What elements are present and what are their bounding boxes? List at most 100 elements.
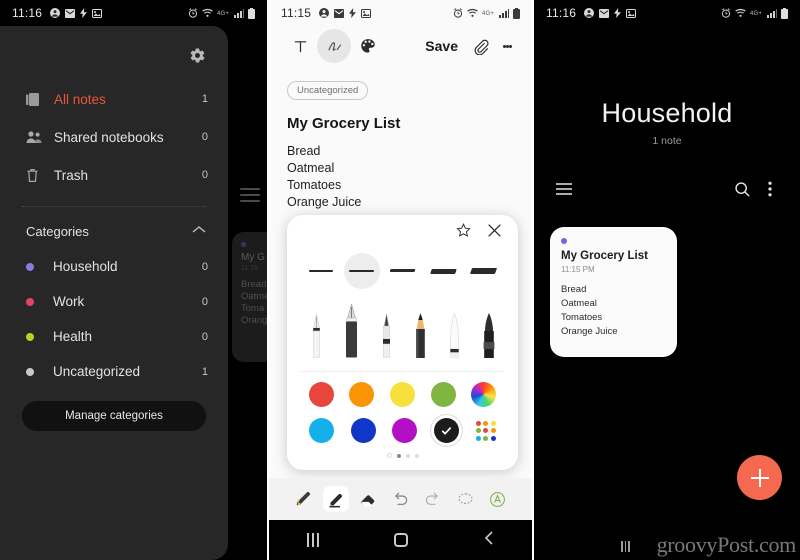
note-title: My Grocery List bbox=[561, 250, 648, 262]
category-label: Health bbox=[53, 329, 93, 344]
page-dot[interactable] bbox=[405, 453, 410, 458]
ballpoint-pen-icon[interactable] bbox=[379, 313, 394, 363]
pen-favorite-icon[interactable] bbox=[290, 486, 316, 512]
sidebar-item-health[interactable]: Health 0 bbox=[0, 319, 228, 354]
color-swatch-orange[interactable] bbox=[349, 382, 375, 407]
add-icon bbox=[750, 468, 769, 487]
phone-screen-note-editor: 11:15 4G+ Save Uncategorized My Grocery … bbox=[267, 0, 534, 560]
color-row-2 bbox=[301, 418, 504, 443]
back-icon[interactable] bbox=[483, 530, 495, 551]
text-format-icon[interactable] bbox=[283, 29, 317, 63]
palette-icon[interactable] bbox=[351, 29, 385, 63]
color-row-1 bbox=[301, 382, 504, 407]
sidebar-item-household[interactable]: Household 0 bbox=[0, 249, 228, 284]
pencil-icon[interactable] bbox=[413, 313, 428, 363]
color-swatch-black-selected[interactable] bbox=[434, 418, 460, 443]
recents-icon[interactable] bbox=[621, 541, 630, 552]
note-time: 11:15 bbox=[241, 265, 258, 272]
svg-text:4G+: 4G+ bbox=[482, 11, 494, 17]
undo-icon[interactable] bbox=[387, 486, 413, 512]
note-line: Toma bbox=[241, 303, 265, 314]
people-icon bbox=[26, 130, 50, 144]
color-swatch-red[interactable] bbox=[308, 382, 334, 407]
paperclip-icon[interactable] bbox=[466, 31, 496, 61]
palette-grid-icon[interactable] bbox=[475, 420, 496, 441]
sidebar-item-work[interactable]: Work 0 bbox=[0, 284, 228, 319]
color-swatch-magenta[interactable] bbox=[392, 418, 418, 443]
trash-icon bbox=[26, 168, 50, 183]
note-lines[interactable]: Bread Oatmeal Tomatoes Orange Juice bbox=[287, 143, 514, 211]
stroke-width-option-2[interactable] bbox=[343, 253, 380, 289]
sidebar-item-label: All notes bbox=[54, 91, 106, 107]
hamburger-icon[interactable] bbox=[240, 188, 260, 202]
note-timestamp: 11:15 PM bbox=[561, 265, 595, 274]
brush-pen-icon[interactable] bbox=[481, 313, 497, 363]
network-4g-icon: 4G+ bbox=[482, 9, 495, 17]
sidebar-item-label: Trash bbox=[54, 167, 89, 183]
color-swatch-cyan[interactable] bbox=[309, 418, 335, 443]
sidebar-item-uncategorized[interactable]: Uncategorized 1 bbox=[0, 354, 228, 389]
stroke-width-option-3[interactable] bbox=[384, 253, 420, 289]
pen-type-selector bbox=[287, 297, 518, 365]
recents-icon[interactable] bbox=[306, 533, 319, 547]
note-line: Orange Juice bbox=[287, 195, 362, 209]
highlighter-icon[interactable] bbox=[322, 486, 349, 512]
manage-categories-button[interactable]: Manage categories bbox=[22, 401, 206, 431]
color-swatch-yellow[interactable] bbox=[389, 382, 415, 407]
eraser-icon[interactable] bbox=[355, 486, 381, 512]
calligraphy-pen-icon[interactable] bbox=[309, 312, 324, 363]
stroke-width-option-5[interactable] bbox=[466, 253, 502, 289]
save-button[interactable]: Save bbox=[417, 38, 466, 54]
stroke-width-option-1[interactable] bbox=[303, 253, 339, 289]
category-color-dot bbox=[26, 262, 34, 271]
lasso-select-icon[interactable] bbox=[452, 486, 478, 512]
account-icon bbox=[50, 8, 61, 18]
categories-header[interactable]: Categories bbox=[0, 213, 228, 249]
status-time: 11:15 bbox=[281, 6, 312, 20]
category-color-dot bbox=[26, 297, 34, 306]
photo-icon bbox=[361, 8, 372, 18]
gear-icon[interactable] bbox=[189, 47, 206, 69]
background-note-card[interactable]: My G 11:15 Bread Oatme Toma Orang bbox=[232, 232, 267, 362]
color-swatch-rainbow[interactable] bbox=[471, 382, 497, 407]
text-recognition-icon[interactable] bbox=[485, 486, 511, 512]
page-dot[interactable] bbox=[414, 453, 419, 458]
star-icon[interactable] bbox=[456, 223, 471, 243]
redo-icon[interactable] bbox=[420, 486, 446, 512]
fountain-pen-icon[interactable] bbox=[343, 302, 360, 363]
note-line: Oatmeal bbox=[561, 298, 597, 309]
search-icon[interactable] bbox=[728, 175, 756, 203]
svg-text:4G+: 4G+ bbox=[750, 11, 762, 17]
category-count: 0 bbox=[201, 330, 208, 343]
page-dot-active[interactable] bbox=[396, 453, 401, 458]
page-dot[interactable] bbox=[386, 453, 392, 458]
drawing-tools-bar bbox=[269, 478, 532, 520]
handwriting-icon[interactable] bbox=[317, 29, 351, 63]
note-line: Oatmeal bbox=[287, 161, 335, 175]
sidebar-item-trash[interactable]: Trash 0 bbox=[0, 156, 228, 194]
sidebar-item-count: 1 bbox=[201, 93, 208, 105]
add-note-fab[interactable] bbox=[737, 455, 782, 500]
note-line: Oatme bbox=[241, 291, 267, 302]
color-swatch-blue[interactable] bbox=[350, 418, 376, 443]
category-tag-pill[interactable]: Uncategorized bbox=[287, 81, 369, 100]
note-card[interactable]: My Grocery List 11:15 PM Bread Oatmeal T… bbox=[550, 227, 677, 357]
kebab-menu-icon[interactable] bbox=[756, 175, 784, 203]
note-line: Bread bbox=[287, 144, 321, 158]
note-title[interactable]: My Grocery List bbox=[287, 115, 514, 132]
account-icon bbox=[319, 8, 330, 18]
color-swatch-green[interactable] bbox=[430, 382, 456, 407]
marker-icon[interactable] bbox=[447, 312, 462, 363]
stroke-width-option-4[interactable] bbox=[425, 253, 461, 289]
kebab-menu-icon[interactable] bbox=[496, 31, 518, 61]
home-icon[interactable] bbox=[393, 533, 408, 547]
sidebar-item-shared-notebooks[interactable]: Shared notebooks 0 bbox=[0, 118, 228, 156]
hamburger-icon[interactable] bbox=[550, 175, 578, 203]
wifi-icon bbox=[735, 8, 746, 18]
sidebar-item-all-notes[interactable]: All notes 1 bbox=[0, 80, 228, 118]
chevron-up-icon[interactable] bbox=[192, 225, 206, 237]
mail-icon bbox=[599, 8, 610, 18]
phone-screen-category-list: 11:16 4G+ Household 1 note My Grocery Li… bbox=[534, 0, 800, 560]
close-icon[interactable] bbox=[487, 223, 502, 243]
note-line: Tomatoes bbox=[287, 178, 342, 192]
